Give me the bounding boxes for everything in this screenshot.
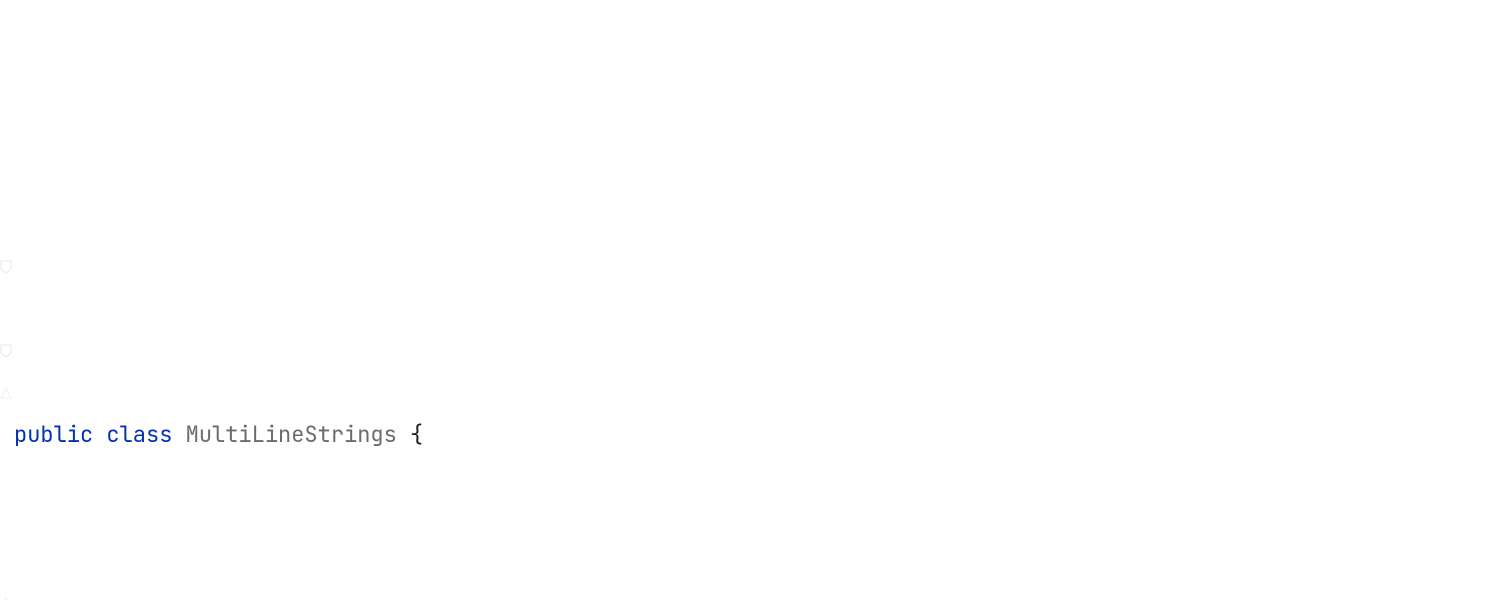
fold-icon[interactable]	[0, 176, 12, 190]
gutter	[0, 120, 14, 372]
code-line[interactable]: public class MultiLineStrings {	[14, 414, 1500, 456]
code-editor[interactable]: public class MultiLineStrings { public v…	[0, 0, 1500, 600]
keyword: public	[14, 420, 93, 449]
keyword: class	[106, 420, 172, 449]
hint-icon	[0, 302, 12, 316]
brace: {	[410, 420, 423, 449]
class-name: MultiLineStrings	[186, 420, 397, 449]
fold-icon[interactable]	[0, 260, 12, 274]
hint-icon	[0, 512, 12, 526]
